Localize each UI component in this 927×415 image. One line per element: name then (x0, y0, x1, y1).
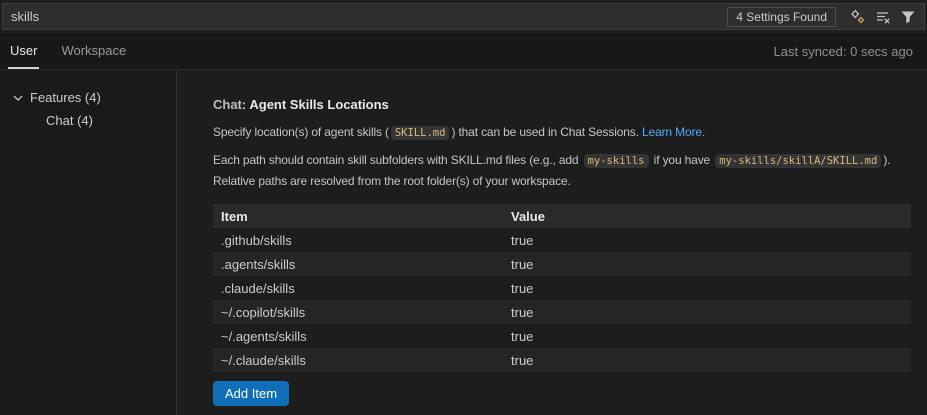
tab-workspace[interactable]: Workspace (59, 33, 128, 69)
value-cell: true (511, 352, 534, 368)
clear-search-results-icon[interactable] (872, 6, 894, 28)
settings-search-bar: 4 Settings Found (0, 0, 927, 33)
setting-name: Agent Skills Locations (249, 97, 389, 112)
desc-text: ) that can be used in Chat Sessions. (451, 125, 643, 139)
settings-scope-tabs: User Workspace Last synced: 0 secs ago (0, 33, 927, 70)
last-synced-status: Last synced: 0 secs ago (773, 43, 913, 59)
table-row[interactable]: .claude/skills true (213, 276, 911, 300)
toc-item-features[interactable]: Features (4) (0, 86, 176, 109)
chevron-down-icon[interactable] (10, 90, 26, 106)
code-span: my-skills/skillA/SKILL.md (715, 154, 882, 168)
learn-more-link[interactable]: Learn More. (642, 125, 705, 139)
add-item-button[interactable]: Add Item (213, 381, 290, 406)
value-cell: true (511, 328, 534, 344)
value-cell: true (511, 280, 534, 296)
item-cell: ~/.copilot/skills (221, 304, 306, 320)
column-header-value: Value (511, 208, 545, 224)
desc-line-1: Each path should contain skill subfolder… (213, 150, 921, 171)
filter-icon[interactable] (897, 6, 919, 28)
desc-text: Each path should contain skill subfolder… (213, 153, 582, 167)
item-cell: ~/.agents/skills (221, 328, 307, 344)
setting-description-1: Specify location(s) of agent skills (SKI… (213, 122, 921, 143)
toc-item-label: Chat (4) (46, 113, 93, 128)
ai-search-icon[interactable] (847, 6, 869, 28)
search-input[interactable] (11, 9, 728, 24)
tab-user[interactable]: User (8, 33, 40, 69)
skills-locations-table: Item Value .github/skills true .agents/s… (213, 204, 911, 372)
desc-text: if you have (650, 153, 714, 167)
table-row[interactable]: .agents/skills true (213, 252, 911, 276)
code-span: my-skills (583, 154, 649, 168)
value-cell: true (511, 304, 534, 320)
search-box: 4 Settings Found (2, 3, 925, 30)
results-count-badge: 4 Settings Found (727, 6, 836, 27)
toc-item-chat[interactable]: Chat (4) (0, 109, 176, 132)
setting-detail: Chat: Agent Skills Locations Specify loc… (177, 70, 927, 415)
setting-category: Chat: (213, 97, 250, 112)
table-row[interactable]: ~/.agents/skills true (213, 324, 911, 348)
desc-text: ). (883, 153, 891, 167)
table-row[interactable]: ~/.claude/skills true (213, 348, 911, 372)
column-header-item: Item (221, 208, 248, 224)
setting-description-2: Each path should contain skill subfolder… (213, 150, 921, 191)
item-cell: ~/.claude/skills (221, 352, 306, 368)
table-header-row: Item Value (213, 204, 911, 228)
setting-title: Chat: Agent Skills Locations (213, 97, 921, 112)
item-cell: .github/skills (221, 232, 292, 248)
settings-editor: 4 Settings Found User Work (0, 0, 927, 415)
item-cell: .agents/skills (221, 256, 296, 272)
item-cell: .claude/skills (221, 280, 295, 296)
desc-text: Specify location(s) of agent skills ( (213, 125, 389, 139)
settings-toc: Features (4) Chat (4) (0, 70, 177, 415)
table-row[interactable]: .github/skills true (213, 228, 911, 252)
code-span: SKILL.md (390, 126, 450, 140)
desc-line-2: Relative paths are resolved from the roo… (213, 174, 571, 188)
toc-item-label: Features (4) (30, 90, 101, 105)
value-cell: true (511, 256, 534, 272)
table-row[interactable]: ~/.copilot/skills true (213, 300, 911, 324)
value-cell: true (511, 232, 534, 248)
settings-body: Features (4) Chat (4) Chat: Agent Skills… (0, 70, 927, 415)
